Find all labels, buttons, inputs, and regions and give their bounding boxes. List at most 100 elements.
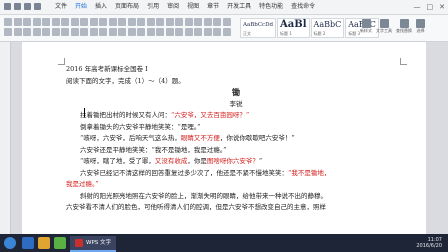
- toolbar-tool-icon[interactable]: [127, 18, 136, 26]
- toolbar-tool-icon[interactable]: [146, 18, 155, 26]
- toolbar-tool-icon[interactable]: [213, 28, 221, 36]
- toolbar-tool-icon[interactable]: [222, 28, 231, 36]
- menu-tabs: 文件 开始 插入 页面布局 引用 审阅 视图 章节 开发工具 特色功能 查找命令: [52, 2, 318, 12]
- text-segment: 六安爷看不清人们的脸色，可他听得清人们的腔调，但是六安爷不想改变自己的主意，照样: [66, 203, 326, 211]
- menu-tab[interactable]: 页面布局: [112, 2, 142, 12]
- toolbar-tool-icon[interactable]: [51, 18, 60, 26]
- toolbar-tool-icon[interactable]: [194, 18, 202, 26]
- style-swatch[interactable]: AaBl 标题 1: [277, 18, 310, 38]
- highlighted-text: “六安爷，又去百亩园呀？”: [171, 111, 250, 119]
- toolbar-tool-icon[interactable]: [70, 18, 79, 26]
- toolbar-tool-icon[interactable]: [137, 18, 145, 26]
- toolbar-tool-icon[interactable]: [51, 28, 60, 36]
- toolbar-tool-icon[interactable]: [156, 18, 164, 26]
- close-icon[interactable]: ✕: [439, 2, 445, 12]
- toolbar-tool-icon[interactable]: [184, 18, 193, 26]
- text-segment: ”: [258, 157, 263, 165]
- window-controls: — □ ✕: [414, 2, 446, 12]
- toolbar-tool-icon[interactable]: [203, 28, 212, 36]
- toolbar-tool-icon[interactable]: [99, 18, 107, 26]
- ribbon-tool-button[interactable]: 文字工具: [376, 19, 392, 34]
- clock-date: 2016/6/20: [416, 243, 442, 249]
- toolbar-tool-icon[interactable]: [32, 18, 41, 26]
- style-sample: AaBbC: [313, 20, 342, 29]
- toolbar-tool-icon[interactable]: [4, 18, 12, 26]
- toolbar-tool-icon[interactable]: [70, 28, 79, 36]
- menu-tab[interactable]: 章节: [204, 2, 222, 12]
- toolbar-tool-icon[interactable]: [175, 18, 183, 26]
- menu-tab[interactable]: 插入: [92, 2, 110, 12]
- menu-tab[interactable]: 开发工具: [224, 2, 254, 12]
- highlighted-text: 眼睛又不方便: [180, 134, 220, 142]
- menu-tab[interactable]: 审阅: [164, 2, 182, 12]
- toolbar-tool-icon[interactable]: [175, 28, 183, 36]
- toolbar-tool-icon[interactable]: [127, 28, 136, 36]
- save-icon[interactable]: [4, 3, 11, 10]
- toolbar-tool-icon[interactable]: [108, 18, 117, 26]
- style-swatch[interactable]: AaBbC 标题 2: [310, 18, 345, 38]
- minimize-icon[interactable]: —: [414, 2, 421, 12]
- undo-icon[interactable]: [14, 3, 21, 10]
- print-icon[interactable]: [34, 3, 41, 10]
- toolbar-tool-icon[interactable]: [13, 28, 22, 36]
- toolbar-tool-icon[interactable]: [32, 28, 41, 36]
- toolbar-tool-icon[interactable]: [4, 28, 12, 36]
- quick-access-toolbar: [4, 3, 41, 10]
- tool-icon: [399, 19, 409, 28]
- toolbar-tool-icon[interactable]: [80, 18, 88, 26]
- toolbar-tool-icon[interactable]: [118, 18, 126, 26]
- text-segment: 斜射的阳光照亮地照在六安爷的脸上，渐渐失明的眼睛，给他带来一种说不出的静穆。: [80, 191, 327, 200]
- text-line: 2016 年高考新课标全国卷 I: [66, 64, 406, 76]
- article-author: 李锐: [66, 99, 406, 111]
- toolbar-tool-icon[interactable]: [42, 28, 50, 36]
- toolbar-tool-icon[interactable]: [23, 28, 31, 36]
- toolbar-tool-icon[interactable]: [156, 28, 164, 36]
- style-swatch[interactable]: AaBbCcDd 正文: [240, 18, 277, 38]
- toolbar-tool-icon[interactable]: [99, 28, 107, 36]
- toolbar-tool-icon[interactable]: [89, 28, 98, 36]
- text-line: 阅读下面的文字，完成（1）～（4）题。: [66, 76, 406, 88]
- toolbar-tool-icon[interactable]: [213, 18, 221, 26]
- toolbar-tool-icon[interactable]: [80, 28, 88, 36]
- toolbar-tool-icon[interactable]: [146, 28, 155, 36]
- ribbon-tool-button[interactable]: 选择: [416, 19, 425, 34]
- document-page[interactable]: 2016 年高考新课标全国卷 I 阅读下面的文字，完成（1）～（4）题。锄李锐 拄着…: [22, 42, 426, 234]
- toolbar-tool-icon[interactable]: [203, 18, 212, 26]
- text-line: 六安爷看不清人们的脸色，可他听得清人们的腔调，但是六安爷不想改变自己的主意，照样: [66, 202, 406, 214]
- toolbar-tool-icon[interactable]: [108, 28, 117, 36]
- folder-icon[interactable]: [38, 237, 50, 249]
- taskbar-app-wps[interactable]: WPS 文字: [70, 236, 116, 252]
- toolbar-tool-icon[interactable]: [194, 28, 202, 36]
- toolbar-tool-icon[interactable]: [165, 28, 174, 36]
- maximize-icon[interactable]: □: [427, 2, 434, 12]
- ribbon-right-tools: 新样式 文字工具 查找替换 选择: [360, 19, 425, 34]
- document-body[interactable]: 2016 年高考新课标全国卷 I 阅读下面的文字，完成（1）～（4）题。锄李锐 拄着…: [66, 64, 406, 214]
- style-sample: AaBbCcDd: [243, 22, 274, 28]
- redo-icon[interactable]: [24, 3, 31, 10]
- menu-tab[interactable]: 引用: [144, 2, 162, 12]
- toolbar-tool-icon[interactable]: [222, 18, 231, 26]
- toolbar-tool-icon[interactable]: [165, 18, 174, 26]
- toolbar-tool-icon[interactable]: [13, 18, 22, 26]
- toolbar-tool-icon[interactable]: [89, 18, 98, 26]
- menu-tab[interactable]: 开始: [72, 2, 90, 12]
- article-title: 锄: [66, 87, 406, 99]
- tool-label: 查找替换: [396, 28, 412, 33]
- tool-icon: [379, 19, 389, 28]
- ribbon-tool-button[interactable]: 新样式: [360, 19, 372, 34]
- toolbar-tool-icon[interactable]: [61, 18, 69, 26]
- toolbar-tool-icon[interactable]: [118, 28, 126, 36]
- toolbar-tool-icon[interactable]: [61, 28, 69, 36]
- menu-tab[interactable]: 查找命令: [288, 2, 318, 12]
- toolbar-tool-icon[interactable]: [137, 28, 145, 36]
- start-button[interactable]: [4, 237, 16, 249]
- toolbar-tool-icon[interactable]: [23, 18, 31, 26]
- ribbon-tool-button[interactable]: 查找替换: [396, 19, 412, 34]
- ie-icon[interactable]: [22, 237, 34, 249]
- menu-tab[interactable]: 视图: [184, 2, 202, 12]
- menu-tab[interactable]: 文件: [52, 2, 70, 12]
- toolbar-tool-icon[interactable]: [184, 28, 193, 36]
- toolbar-tool-icon[interactable]: [42, 18, 50, 26]
- media-icon[interactable]: [54, 237, 66, 249]
- menu-tab[interactable]: 特色功能: [256, 2, 286, 12]
